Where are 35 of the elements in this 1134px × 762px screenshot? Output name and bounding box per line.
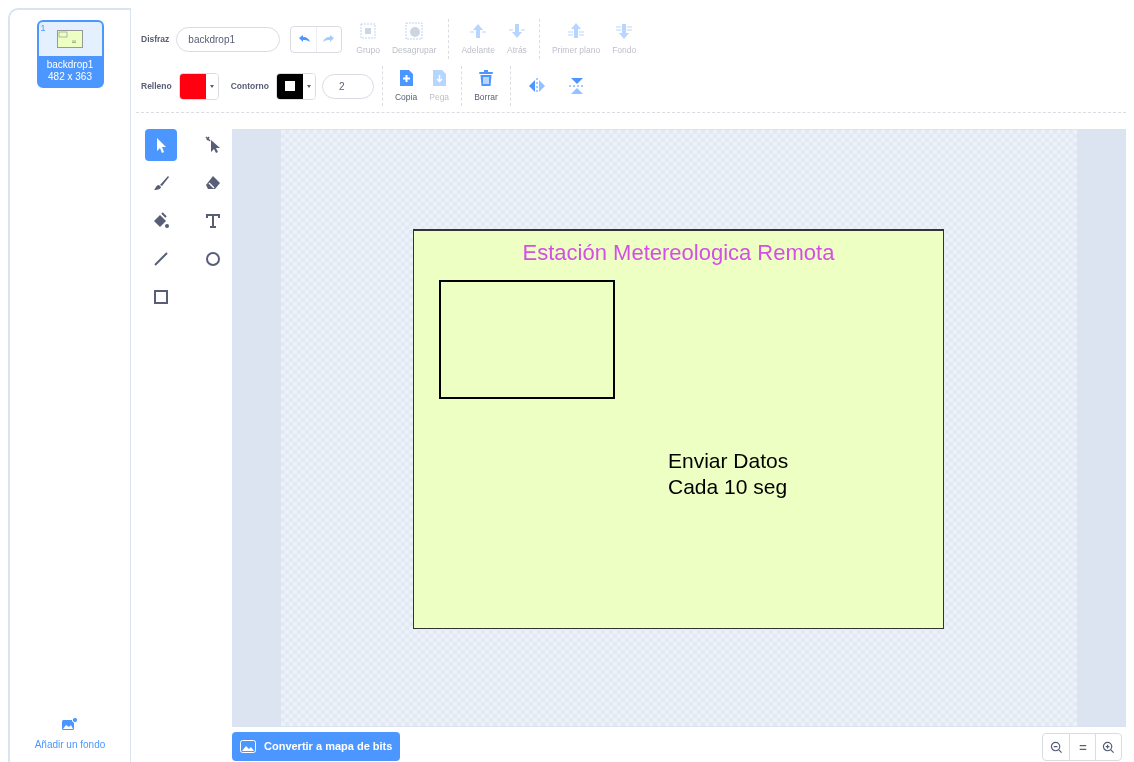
title-text[interactable]: Estación Metereologica Remota	[413, 236, 944, 269]
fill-color-picker[interactable]	[178, 72, 219, 100]
zoom-out-icon	[1049, 740, 1063, 754]
rectangle-shape[interactable]	[439, 280, 615, 399]
costume-size: 482 x 363	[48, 71, 92, 83]
outline-color-picker[interactable]	[275, 72, 316, 100]
drawing-canvas[interactable]: Estación Metereologica Remota Enviar Datos Cada 10 seg	[232, 129, 1126, 727]
backdrop-rectangle[interactable]	[413, 229, 944, 629]
group-icon	[358, 21, 379, 42]
costume-thumbnail	[57, 30, 83, 48]
redo-icon	[323, 35, 336, 43]
outline-width-field[interactable]: 2	[321, 73, 374, 99]
text-shape[interactable]: Enviar Datos Cada 10 seg	[668, 448, 789, 500]
fill-label: Relleno	[141, 79, 172, 93]
add-image-icon[interactable]	[62, 717, 78, 731]
delete-button[interactable]: Borrar	[468, 66, 504, 106]
rectangle-icon	[151, 287, 171, 307]
convert-to-bitmap-button[interactable]: Convertir a mapa de bits	[232, 731, 401, 761]
costume-label: Disfraz	[141, 32, 170, 46]
undo-icon	[297, 35, 310, 43]
costume-name: backdrop1	[46, 59, 94, 71]
select-tool-button[interactable]	[145, 129, 177, 161]
add-backdrop-label[interactable]: Añadir un fondo	[34, 737, 106, 752]
costume-tile[interactable]: 1 backdrop1 482 x 363	[36, 20, 104, 88]
trash-icon	[476, 68, 496, 89]
copy-button[interactable]: Copia	[388, 66, 424, 106]
caret-icon	[209, 84, 214, 88]
outline-label: Contorno	[230, 79, 269, 93]
zoom-in-icon	[1102, 740, 1115, 754]
brush-icon	[151, 173, 171, 193]
caret-icon	[306, 84, 311, 88]
ungroup-icon	[404, 21, 425, 42]
image-icon	[240, 739, 256, 753]
costume-number: 1	[40, 22, 46, 35]
costume-name-field[interactable]: backdrop1	[176, 26, 281, 52]
